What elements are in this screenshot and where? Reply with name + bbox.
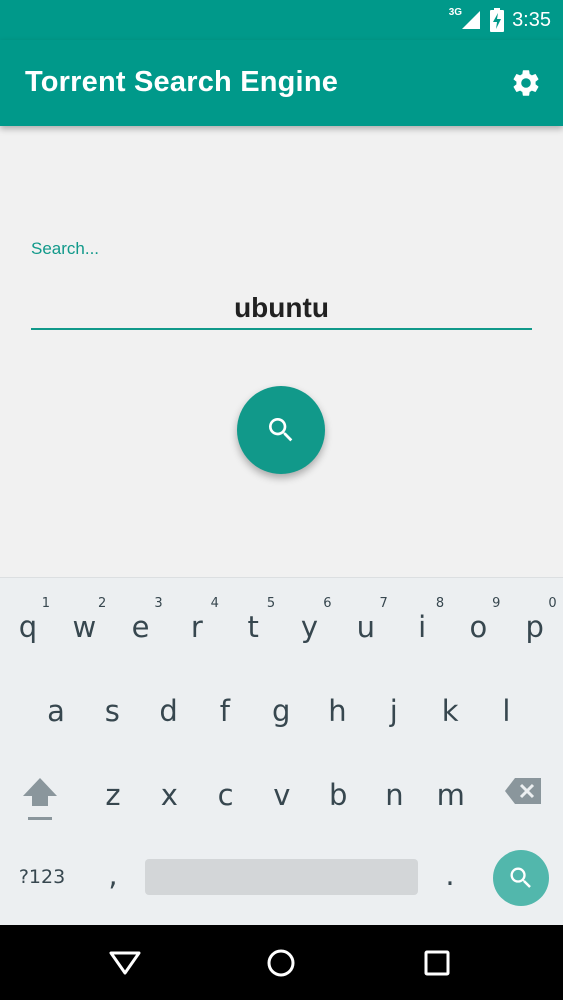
- key-label: j: [389, 694, 398, 728]
- recents-button[interactable]: [417, 945, 457, 981]
- key-label: q: [18, 610, 38, 644]
- search-icon: [269, 418, 293, 442]
- comma-key-label: ,: [108, 858, 118, 892]
- status-icons: 3G 3:35: [449, 0, 551, 40]
- key-label: y: [300, 610, 319, 644]
- symbols-key-label: ?123: [18, 866, 66, 888]
- key-label: c: [217, 778, 234, 812]
- back-button[interactable]: [105, 945, 145, 981]
- key-label: u: [356, 610, 375, 644]
- key-label: t: [247, 610, 259, 644]
- key-hint: 0: [548, 596, 557, 611]
- signal-icon: [462, 11, 481, 29]
- key-hint: 6: [323, 596, 332, 611]
- spacebar[interactable]: [145, 859, 418, 895]
- symbols-key[interactable]: ?123: [14, 836, 70, 916]
- key-label: o: [469, 610, 488, 644]
- key-label: k: [441, 694, 459, 728]
- key-label: b: [328, 778, 348, 812]
- key-h[interactable]: h: [310, 670, 366, 750]
- key-label: f: [219, 694, 230, 728]
- navigation-bar: [0, 925, 563, 1000]
- key-u[interactable]: u7: [338, 586, 394, 666]
- key-w[interactable]: w2: [56, 586, 112, 666]
- key-r[interactable]: r4: [169, 586, 225, 666]
- key-label: r: [190, 610, 203, 644]
- settings-button[interactable]: [509, 66, 543, 100]
- key-c[interactable]: c: [198, 754, 254, 834]
- status-bar: 3G 3:35: [0, 0, 563, 40]
- key-label: g: [271, 694, 291, 728]
- key-hint: 8: [435, 596, 445, 611]
- key-label: n: [385, 778, 404, 812]
- clock: 3:35: [512, 8, 551, 31]
- key-v[interactable]: v: [254, 754, 310, 834]
- shift-icon: [23, 778, 57, 820]
- gear-icon: [513, 70, 539, 96]
- key-j[interactable]: j: [366, 670, 422, 750]
- backspace-icon: [505, 778, 541, 804]
- key-n[interactable]: n: [367, 754, 423, 834]
- key-x[interactable]: x: [141, 754, 197, 834]
- key-e[interactable]: e3: [113, 586, 169, 666]
- period-key[interactable]: .: [422, 834, 478, 914]
- app-title: Torrent Search Engine: [25, 66, 339, 98]
- key-label: l: [502, 694, 511, 728]
- key-m[interactable]: m: [423, 754, 479, 834]
- key-z[interactable]: z: [85, 754, 141, 834]
- home-button[interactable]: [261, 945, 301, 981]
- search-input[interactable]: [31, 288, 532, 330]
- key-label: w: [72, 610, 97, 644]
- key-t[interactable]: t5: [225, 586, 281, 666]
- delete-key[interactable]: [495, 754, 551, 834]
- home-icon: [267, 949, 295, 977]
- key-label: x: [160, 778, 178, 812]
- key-label: z: [105, 778, 121, 812]
- key-p[interactable]: p0: [507, 586, 563, 666]
- key-hint: 5: [266, 596, 276, 611]
- back-icon: [109, 951, 141, 975]
- shift-key[interactable]: [12, 754, 68, 834]
- key-g[interactable]: g: [253, 670, 309, 750]
- key-d[interactable]: d: [141, 670, 197, 750]
- comma-key[interactable]: ,: [85, 834, 141, 914]
- search-field-label: Search...: [31, 239, 100, 258]
- key-label: p: [525, 610, 544, 644]
- key-o[interactable]: o9: [450, 586, 506, 666]
- main-content: Search...: [0, 126, 563, 577]
- key-s[interactable]: s: [84, 670, 140, 750]
- key-label: s: [104, 694, 120, 728]
- key-i[interactable]: i8: [394, 586, 450, 666]
- key-hint: 7: [379, 596, 388, 611]
- soft-keyboard: q1w2e3r4t5y6u7i8o9p0 asdfghjkl zxcvbnm ?…: [0, 577, 563, 925]
- network-type-label: 3G: [448, 6, 463, 18]
- key-y[interactable]: y6: [282, 586, 338, 666]
- key-hint: 1: [41, 596, 50, 611]
- key-label: v: [273, 778, 291, 812]
- key-hint: 3: [154, 596, 163, 611]
- search-icon: [510, 867, 531, 888]
- key-hint: 9: [492, 596, 501, 611]
- key-l[interactable]: l: [478, 670, 534, 750]
- key-b[interactable]: b: [310, 754, 366, 834]
- key-k[interactable]: k: [422, 670, 478, 750]
- key-label: h: [328, 694, 347, 728]
- key-label: d: [159, 694, 178, 728]
- key-label: e: [131, 610, 150, 644]
- key-f[interactable]: f: [197, 670, 253, 750]
- key-label: i: [418, 610, 427, 644]
- battery-charging-icon: [490, 8, 505, 32]
- key-label: a: [47, 694, 65, 728]
- app-bar: Torrent Search Engine: [0, 40, 563, 126]
- key-hint: 4: [210, 596, 219, 611]
- key-a[interactable]: a: [28, 670, 84, 750]
- key-q[interactable]: q1: [0, 586, 56, 666]
- key-hint: 2: [98, 596, 107, 611]
- keyboard-search-key[interactable]: [493, 850, 549, 906]
- period-key-label: .: [445, 858, 455, 892]
- search-button[interactable]: [237, 386, 325, 474]
- recents-icon: [424, 950, 450, 976]
- key-label: m: [436, 778, 465, 812]
